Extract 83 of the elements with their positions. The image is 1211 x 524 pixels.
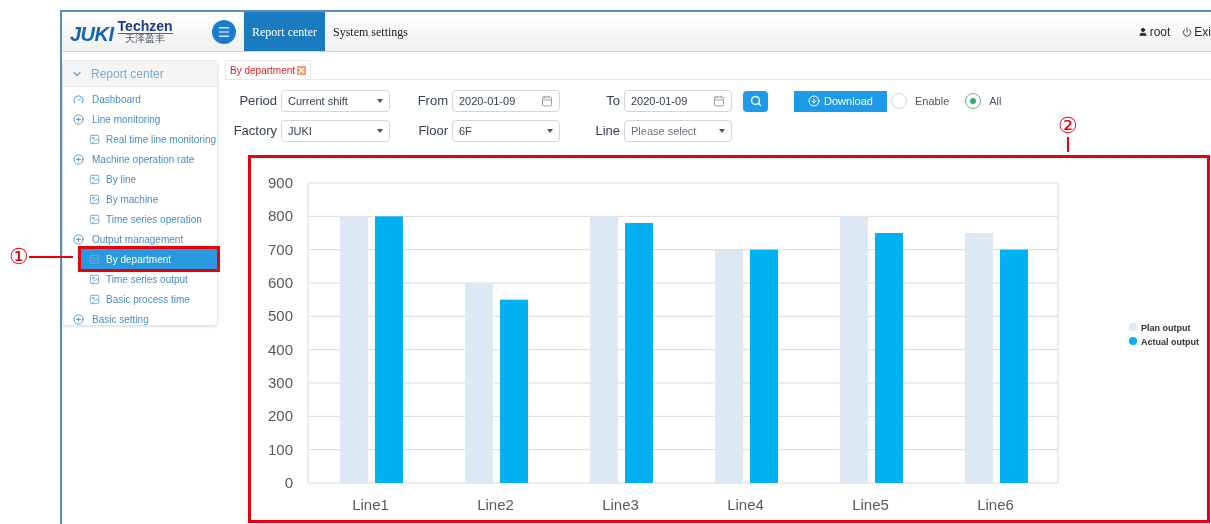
radio-option[interactable]: Enable [891,92,950,110]
field-label: Floor [417,122,449,141]
axis-tick-label: 900 [267,174,293,191]
power-icon [1182,26,1193,37]
category-label: Line3 [602,496,639,513]
category-label: Line5 [852,496,889,513]
sidebar-item[interactable]: Time series operation [81,209,217,229]
legend-entry: Actual output [1129,337,1199,347]
dropdown[interactable]: Please select [624,120,732,142]
axis-tick-label: 400 [267,340,293,358]
sidebar-item[interactable]: Basic process time [81,289,217,309]
download-icon [808,95,821,107]
gauge-icon [73,93,84,105]
chart-icon [89,293,100,305]
calendar-icon [713,95,725,107]
axis-tick-label: 200 [267,407,293,425]
field-label: From [416,92,449,111]
axis-tick-label: 0 [284,474,293,491]
legend-entry: Plan output [1129,323,1191,333]
sidebar-item[interactable]: Output management [63,229,217,249]
sidebar-item[interactable]: Real time line monitoring [81,129,217,149]
category-label: Line4 [727,496,764,513]
axis-tick-label: 500 [267,307,293,325]
content-tab[interactable]: By department [225,60,312,79]
sidebar-item[interactable]: By department [81,249,217,269]
legend-label: Actual output [1141,337,1199,347]
user-icon [1137,26,1148,37]
field-label: Line [594,122,621,141]
chart-icon [89,133,100,145]
caret-icon [719,129,725,133]
category-label: Line6 [977,496,1014,513]
search-icon [749,95,762,107]
download-button[interactable]: Download [794,90,887,112]
nav-tab[interactable]: Report center [244,12,325,51]
callout-number: ① [9,246,29,268]
plus-circle-icon [73,233,84,245]
legend-label: Plan output [1141,323,1191,333]
exit-button[interactable]: Exi [1182,22,1211,41]
caret-icon [377,129,383,133]
field-label: Factory [232,122,278,141]
dropdown[interactable]: 6F [452,120,560,142]
sidebar-item[interactable]: Line monitoring [63,109,217,129]
caret-icon [377,99,383,103]
chart-icon [89,253,100,265]
category-label: Line1 [352,496,389,513]
chart-icon [89,273,100,285]
axis-tick-label: 800 [267,207,293,225]
dropdown[interactable]: Current shift [281,90,390,112]
menu-button[interactable] [212,19,236,44]
sidebar-title[interactable]: Report center [63,61,217,87]
dropdown[interactable]: JUKI [281,120,390,142]
category-label: Line2 [477,496,514,513]
sidebar-item[interactable]: Dashboard [63,89,217,109]
date-field[interactable]: 2020-01-09 [624,90,732,112]
leader-line [29,256,73,258]
field-label: Period [238,92,278,111]
axis-tick-label: 100 [267,440,293,458]
leader-line [1067,137,1069,152]
nav-tab[interactable]: System settings [324,12,416,51]
search-button[interactable] [743,90,768,112]
chart-icon [89,173,100,185]
axis-tick-label: 300 [267,374,293,391]
sidebar-item[interactable]: By line [81,169,217,189]
chart-icon [89,193,100,205]
caret-icon [547,129,553,133]
sidebar-item[interactable]: Basic setting [63,309,217,329]
radio-option[interactable]: All [965,92,1002,110]
menu-icon [217,24,231,39]
sidebar-item[interactable]: Time series output [81,269,217,289]
sidebar-item[interactable]: By machine [81,189,217,209]
callout-number: ② [1058,115,1078,137]
field-label: To [605,92,621,111]
plus-circle-icon [73,313,84,325]
date-field[interactable]: 2020-01-09 [452,90,560,112]
chart-icon [89,213,100,225]
plus-circle-icon [73,153,84,165]
plus-circle-icon [73,113,84,125]
user-menu[interactable]: root [1137,22,1171,41]
axis-tick-label: 700 [267,240,293,258]
sidebar-item[interactable]: Machine operation rate [63,149,217,169]
close-icon[interactable] [297,65,307,75]
calendar-icon [541,95,553,107]
axis-tick-label: 600 [267,274,293,291]
